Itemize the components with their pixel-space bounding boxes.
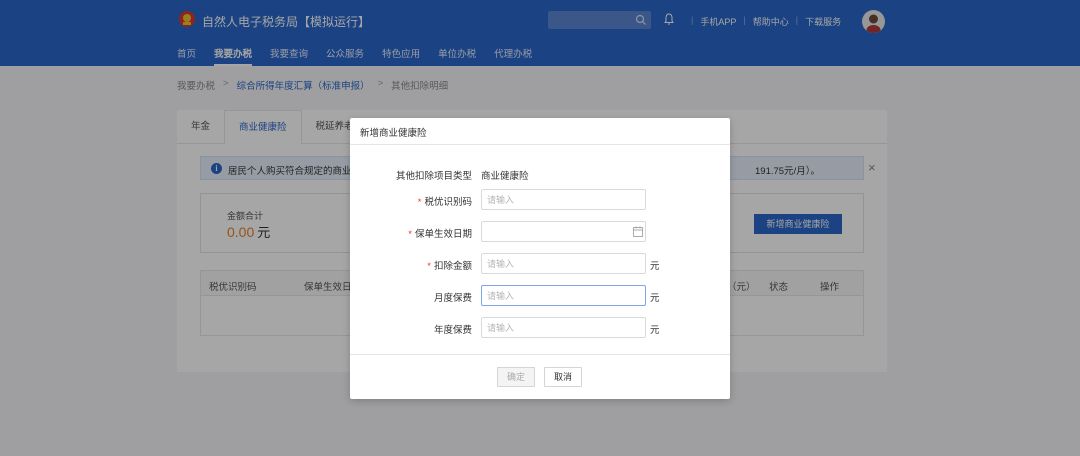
form-row-code: * 税优识别码 [350,189,730,211]
required-mark: * [417,197,422,208]
deduction-amount-input[interactable] [481,253,646,274]
deduction-type-label: 其他扣除项目类型 [395,171,472,182]
tax-code-input[interactable] [481,189,646,210]
monthly-premium-input[interactable] [481,285,646,306]
deduction-amount-label: 扣除金额 [433,261,472,272]
amount-unit: 元 [650,261,660,272]
form-row-amount: *扣除金额 元 [350,253,730,275]
deduction-type-value: 商业健康险 [481,171,529,182]
form-row-type: 其他扣除项目类型 商业健康险 [350,163,730,185]
required-mark: * [408,229,412,240]
cancel-button[interactable]: 取消 [544,367,582,387]
annual-premium-input[interactable] [481,317,646,338]
monthly-unit: 元 [650,293,660,304]
deduction-amount-label-wrap: * 扣除金额 [427,258,472,272]
tax-code-label-wrap: * 税优识别码 [418,194,472,208]
policy-date-input[interactable] [481,221,646,242]
add-health-insurance-dialog: 新增商业健康险 其他扣除项目类型 商业健康险 *税优识别码 *保单生效日期 *扣… [350,118,730,399]
calendar-icon[interactable] [633,226,643,237]
policy-date-label: 保单生效日期 [414,229,472,240]
form-row-monthly: 月度保费 元 [350,285,730,307]
dialog-footer-divider [350,354,730,355]
policy-date-label-wrap: * 保单生效日期 [408,226,472,240]
required-mark: * [427,261,431,272]
dialog-title: 新增商业健康险 [360,128,427,139]
form-row-date: * 保单生效日期 [350,221,730,243]
annual-unit: 元 [650,325,660,336]
confirm-button[interactable]: 确定 [497,367,535,387]
tax-code-label: 税优识别码 [424,197,472,208]
monthly-premium-label: 月度保费 [433,293,472,304]
annual-premium-label: 年度保费 [433,325,472,336]
form-row-annual: 年度保费 元 [350,317,730,339]
dialog-divider [350,144,730,145]
